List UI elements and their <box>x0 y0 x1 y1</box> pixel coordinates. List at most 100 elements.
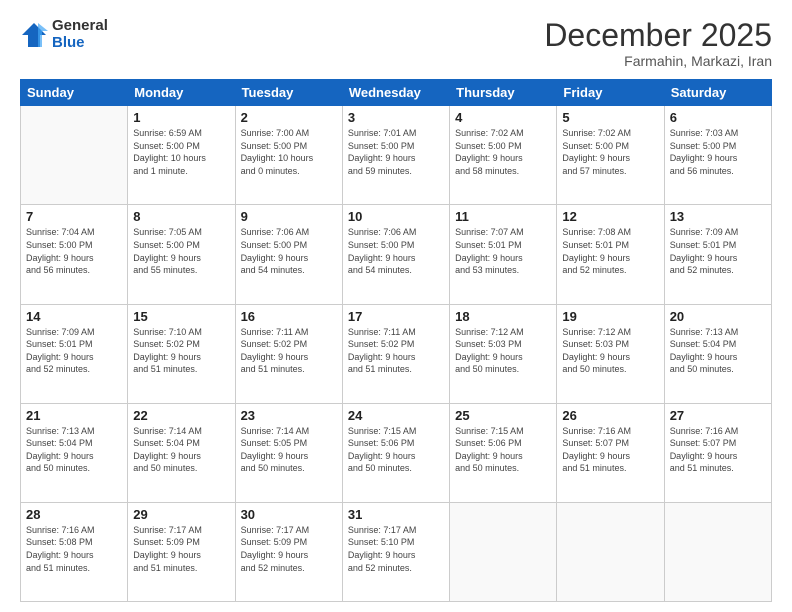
cell-info: Sunrise: 6:59 AM Sunset: 5:00 PM Dayligh… <box>133 127 229 177</box>
calendar-cell: 21 Sunrise: 7:13 AM Sunset: 5:04 PM Dayli… <box>21 403 128 502</box>
cell-info: Sunrise: 7:06 AM Sunset: 5:00 PM Dayligh… <box>241 226 337 276</box>
calendar-week-1: 7 Sunrise: 7:04 AM Sunset: 5:00 PM Daylig… <box>21 205 772 304</box>
day-header-wednesday: Wednesday <box>342 80 449 106</box>
cell-day-number: 26 <box>562 408 658 423</box>
cell-day-number: 13 <box>670 209 766 224</box>
calendar-cell: 15Sunrise: 7:10 AM Sunset: 5:02 PM Dayli… <box>128 304 235 403</box>
location-subtitle: Farmahin, Markazi, Iran <box>544 53 772 69</box>
calendar-cell: 13 Sunrise: 7:09 AM Sunset: 5:01 PM Dayli… <box>664 205 771 304</box>
cell-info: Sunrise: 7:03 AM Sunset: 5:00 PM Dayligh… <box>670 127 766 177</box>
logo: General Blue <box>20 18 108 51</box>
cell-day-number: 28 <box>26 507 122 522</box>
calendar-cell <box>664 502 771 601</box>
cell-info: Sunrise: 7:09 AM Sunset: 5:01 PM Dayligh… <box>670 226 766 276</box>
calendar-cell: 2Sunrise: 7:00 AM Sunset: 5:00 PM Daylig… <box>235 106 342 205</box>
cell-info: Sunrise: 7:02 AM Sunset: 5:00 PM Dayligh… <box>455 127 551 177</box>
cell-day-number: 1 <box>133 110 229 125</box>
cell-day-number: 15 <box>133 309 229 324</box>
cell-day-number: 22 <box>133 408 229 423</box>
calendar-header: SundayMondayTuesdayWednesdayThursdayFrid… <box>21 80 772 106</box>
cell-day-number: 21 <box>26 408 122 423</box>
calendar-cell: 30 Sunrise: 7:17 AM Sunset: 5:09 PM Dayli… <box>235 502 342 601</box>
cell-info: Sunrise: 7:17 AM Sunset: 5:09 PM Dayligh… <box>241 524 337 574</box>
cell-day-number: 6 <box>670 110 766 125</box>
cell-info: Sunrise: 7:17 AM Sunset: 5:09 PM Dayligh… <box>133 524 229 574</box>
calendar-cell: 24 Sunrise: 7:15 AM Sunset: 5:06 PM Dayli… <box>342 403 449 502</box>
calendar-cell: 20 Sunrise: 7:13 AM Sunset: 5:04 PM Dayli… <box>664 304 771 403</box>
cell-day-number: 5 <box>562 110 658 125</box>
header: General Blue December 2025 Farmahin, Mar… <box>20 18 772 69</box>
day-header-thursday: Thursday <box>450 80 557 106</box>
calendar-cell: 12Sunrise: 7:08 AM Sunset: 5:01 PM Dayli… <box>557 205 664 304</box>
cell-day-number: 24 <box>348 408 444 423</box>
cell-day-number: 31 <box>348 507 444 522</box>
cell-day-number: 27 <box>670 408 766 423</box>
cell-day-number: 25 <box>455 408 551 423</box>
cell-day-number: 11 <box>455 209 551 224</box>
calendar-week-0: 1 Sunrise: 6:59 AM Sunset: 5:00 PM Daylig… <box>21 106 772 205</box>
cell-info: Sunrise: 7:16 AM Sunset: 5:08 PM Dayligh… <box>26 524 122 574</box>
calendar-cell: 28 Sunrise: 7:16 AM Sunset: 5:08 PM Dayli… <box>21 502 128 601</box>
cell-info: Sunrise: 7:08 AM Sunset: 5:01 PM Dayligh… <box>562 226 658 276</box>
cell-info: Sunrise: 7:16 AM Sunset: 5:07 PM Dayligh… <box>670 425 766 475</box>
cell-info: Sunrise: 7:14 AM Sunset: 5:05 PM Dayligh… <box>241 425 337 475</box>
day-headers-row: SundayMondayTuesdayWednesdayThursdayFrid… <box>21 80 772 106</box>
calendar-cell: 8 Sunrise: 7:05 AM Sunset: 5:00 PM Daylig… <box>128 205 235 304</box>
day-header-friday: Friday <box>557 80 664 106</box>
cell-day-number: 20 <box>670 309 766 324</box>
calendar-cell: 14Sunrise: 7:09 AM Sunset: 5:01 PM Dayli… <box>21 304 128 403</box>
calendar-cell: 19 Sunrise: 7:12 AM Sunset: 5:03 PM Dayli… <box>557 304 664 403</box>
cell-info: Sunrise: 7:12 AM Sunset: 5:03 PM Dayligh… <box>562 326 658 376</box>
calendar-cell: 1 Sunrise: 6:59 AM Sunset: 5:00 PM Daylig… <box>128 106 235 205</box>
cell-day-number: 7 <box>26 209 122 224</box>
cell-info: Sunrise: 7:06 AM Sunset: 5:00 PM Dayligh… <box>348 226 444 276</box>
cell-day-number: 4 <box>455 110 551 125</box>
cell-info: Sunrise: 7:13 AM Sunset: 5:04 PM Dayligh… <box>26 425 122 475</box>
page: General Blue December 2025 Farmahin, Mar… <box>0 0 792 612</box>
calendar-cell: 9 Sunrise: 7:06 AM Sunset: 5:00 PM Daylig… <box>235 205 342 304</box>
calendar-cell: 3Sunrise: 7:01 AM Sunset: 5:00 PM Daylig… <box>342 106 449 205</box>
calendar-cell: 4 Sunrise: 7:02 AM Sunset: 5:00 PM Daylig… <box>450 106 557 205</box>
calendar-table: SundayMondayTuesdayWednesdayThursdayFrid… <box>20 79 772 602</box>
cell-day-number: 8 <box>133 209 229 224</box>
cell-info: Sunrise: 7:11 AM Sunset: 5:02 PM Dayligh… <box>348 326 444 376</box>
calendar-cell: 16Sunrise: 7:11 AM Sunset: 5:02 PM Dayli… <box>235 304 342 403</box>
cell-day-number: 16 <box>241 309 337 324</box>
calendar-cell: 25 Sunrise: 7:15 AM Sunset: 5:06 PM Dayli… <box>450 403 557 502</box>
calendar-week-2: 14Sunrise: 7:09 AM Sunset: 5:01 PM Dayli… <box>21 304 772 403</box>
cell-info: Sunrise: 7:05 AM Sunset: 5:00 PM Dayligh… <box>133 226 229 276</box>
calendar-cell <box>450 502 557 601</box>
calendar-cell: 11 Sunrise: 7:07 AM Sunset: 5:01 PM Dayli… <box>450 205 557 304</box>
calendar-cell: 26Sunrise: 7:16 AM Sunset: 5:07 PM Dayli… <box>557 403 664 502</box>
calendar-body: 1 Sunrise: 6:59 AM Sunset: 5:00 PM Daylig… <box>21 106 772 602</box>
calendar-cell: 29 Sunrise: 7:17 AM Sunset: 5:09 PM Dayli… <box>128 502 235 601</box>
logo-blue-text: Blue <box>52 35 108 52</box>
cell-info: Sunrise: 7:17 AM Sunset: 5:10 PM Dayligh… <box>348 524 444 574</box>
calendar-cell <box>557 502 664 601</box>
cell-day-number: 30 <box>241 507 337 522</box>
calendar-cell: 5 Sunrise: 7:02 AM Sunset: 5:00 PM Daylig… <box>557 106 664 205</box>
cell-day-number: 19 <box>562 309 658 324</box>
month-title: December 2025 <box>544 18 772 53</box>
cell-info: Sunrise: 7:04 AM Sunset: 5:00 PM Dayligh… <box>26 226 122 276</box>
calendar-cell: 31 Sunrise: 7:17 AM Sunset: 5:10 PM Dayli… <box>342 502 449 601</box>
logo-general-text: General <box>52 18 108 35</box>
cell-info: Sunrise: 7:12 AM Sunset: 5:03 PM Dayligh… <box>455 326 551 376</box>
cell-day-number: 10 <box>348 209 444 224</box>
logo-text: General Blue <box>52 18 108 51</box>
day-header-tuesday: Tuesday <box>235 80 342 106</box>
calendar-cell: 7 Sunrise: 7:04 AM Sunset: 5:00 PM Daylig… <box>21 205 128 304</box>
calendar-week-4: 28 Sunrise: 7:16 AM Sunset: 5:08 PM Dayli… <box>21 502 772 601</box>
calendar-cell: 23Sunrise: 7:14 AM Sunset: 5:05 PM Dayli… <box>235 403 342 502</box>
cell-info: Sunrise: 7:02 AM Sunset: 5:00 PM Dayligh… <box>562 127 658 177</box>
cell-day-number: 9 <box>241 209 337 224</box>
cell-info: Sunrise: 7:15 AM Sunset: 5:06 PM Dayligh… <box>455 425 551 475</box>
cell-info: Sunrise: 7:07 AM Sunset: 5:01 PM Dayligh… <box>455 226 551 276</box>
cell-day-number: 29 <box>133 507 229 522</box>
cell-info: Sunrise: 7:13 AM Sunset: 5:04 PM Dayligh… <box>670 326 766 376</box>
cell-day-number: 2 <box>241 110 337 125</box>
calendar-cell: 22Sunrise: 7:14 AM Sunset: 5:04 PM Dayli… <box>128 403 235 502</box>
cell-day-number: 17 <box>348 309 444 324</box>
calendar-cell: 10 Sunrise: 7:06 AM Sunset: 5:00 PM Dayli… <box>342 205 449 304</box>
cell-info: Sunrise: 7:15 AM Sunset: 5:06 PM Dayligh… <box>348 425 444 475</box>
